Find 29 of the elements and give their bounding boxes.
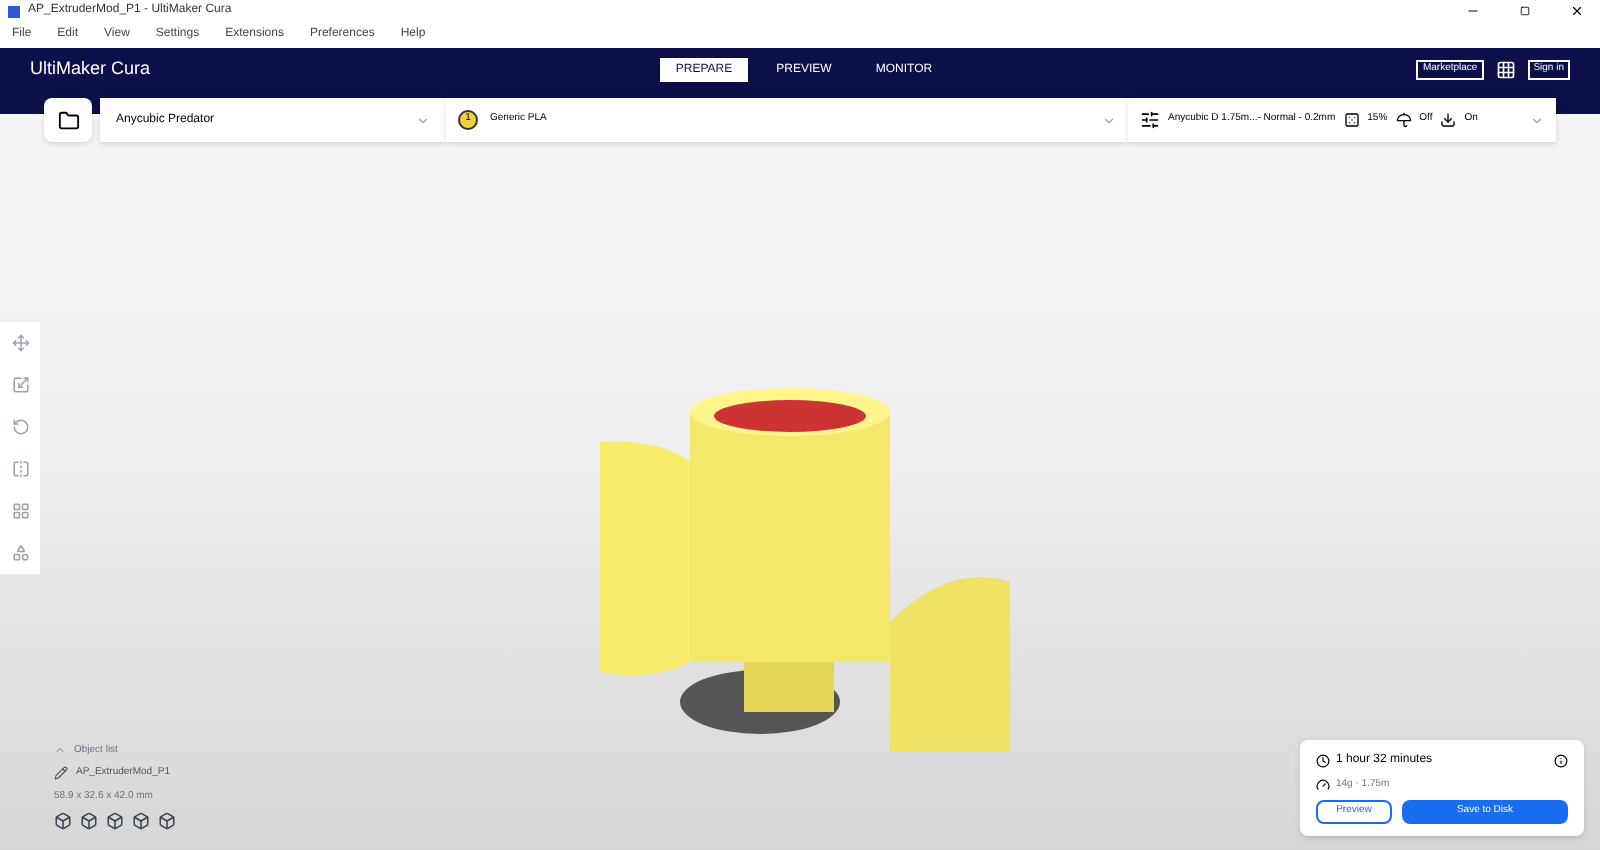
view-cube-icon[interactable] bbox=[54, 812, 72, 830]
support-icon bbox=[1395, 112, 1412, 128]
app-icon bbox=[8, 5, 20, 17]
mirror-icon[interactable] bbox=[11, 460, 29, 478]
chevron-down-icon bbox=[1530, 113, 1544, 127]
chevron-down-icon bbox=[1102, 113, 1116, 127]
view-cube-icon[interactable] bbox=[106, 812, 124, 830]
pencil-icon[interactable] bbox=[54, 766, 68, 781]
arrange-icon[interactable] bbox=[11, 502, 29, 520]
maximize-icon[interactable] bbox=[1520, 6, 1530, 16]
view-cube-icon[interactable] bbox=[80, 812, 98, 830]
chevron-down-icon bbox=[416, 113, 430, 127]
open-file-button[interactable] bbox=[44, 98, 92, 142]
adhesion-icon bbox=[1440, 112, 1457, 128]
scale-icon[interactable] bbox=[11, 376, 29, 394]
support-blocker-icon[interactable] bbox=[11, 544, 29, 562]
apps-grid-icon[interactable] bbox=[1495, 60, 1516, 80]
info-icon[interactable] bbox=[1554, 753, 1568, 767]
gauge-icon bbox=[1316, 777, 1330, 792]
close-icon[interactable] bbox=[1570, 4, 1584, 18]
view-cube-icon[interactable] bbox=[158, 812, 176, 830]
minimize-icon[interactable] bbox=[1466, 4, 1480, 18]
app-logo: UltiMaker Cura bbox=[30, 56, 151, 83]
view-cube-icon[interactable] bbox=[132, 812, 150, 830]
infill-icon bbox=[1343, 112, 1360, 128]
clock-icon bbox=[1316, 753, 1330, 767]
sliders-icon bbox=[1140, 110, 1160, 130]
rotate-icon[interactable] bbox=[11, 418, 29, 436]
folder-icon bbox=[57, 109, 79, 131]
